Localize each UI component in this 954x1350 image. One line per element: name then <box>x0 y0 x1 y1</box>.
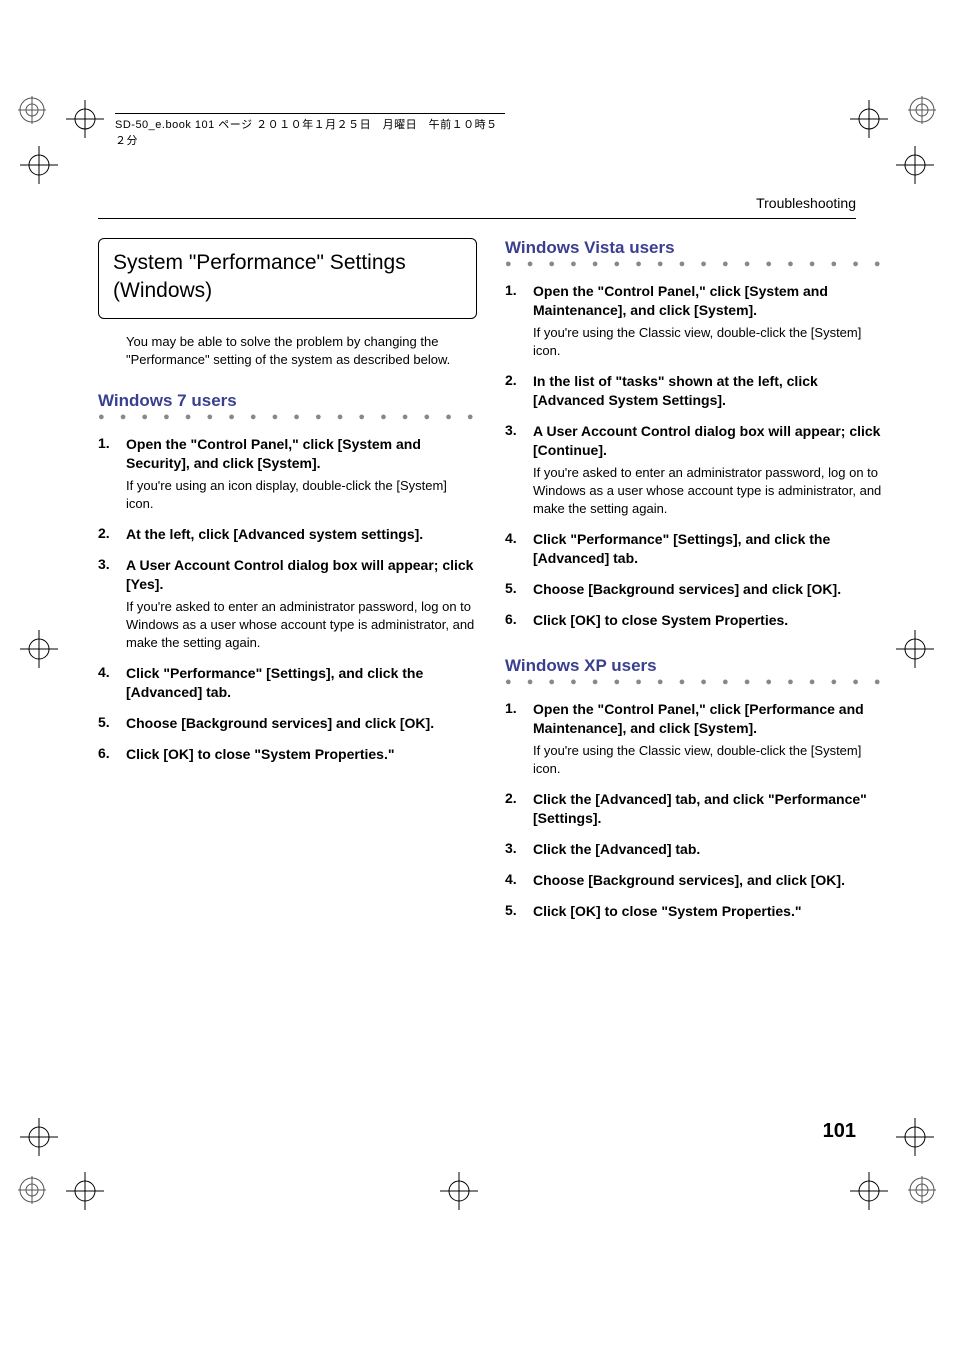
crossmark-icon <box>896 1118 934 1156</box>
crossmark-icon <box>896 630 934 668</box>
step-text: Open the "Control Panel," click [System … <box>533 282 884 320</box>
list-item: Open the "Control Panel," click [System … <box>98 435 477 513</box>
step-note: If you're asked to enter an administrato… <box>126 598 477 653</box>
step-text: Click [OK] to close "System Properties." <box>126 745 477 764</box>
step-text: Click [OK] to close System Properties. <box>533 611 884 630</box>
left-column: System "Performance" Settings (Windows) … <box>98 238 477 932</box>
subhead-win7: Windows 7 users <box>98 391 477 411</box>
section-title: System "Performance" Settings (Windows) <box>98 238 477 319</box>
list-item: Click "Performance" [Settings], and clic… <box>505 530 884 568</box>
step-text: Choose [Background services], and click … <box>533 871 884 890</box>
step-text: Click "Performance" [Settings], and clic… <box>126 664 477 702</box>
step-text: In the list of "tasks" shown at the left… <box>533 372 884 410</box>
list-item: Choose [Background services] and click [… <box>505 580 884 599</box>
step-text: Choose [Background services] and click [… <box>533 580 884 599</box>
regmark-icon <box>18 1176 46 1204</box>
step-note: If you're asked to enter an administrato… <box>533 464 884 519</box>
list-item: Click the [Advanced] tab, and click "Per… <box>505 790 884 828</box>
subhead-xp: Windows XP users <box>505 656 884 676</box>
crossmark-icon <box>66 100 104 138</box>
step-text: Click the [Advanced] tab, and click "Per… <box>533 790 884 828</box>
source-meta: SD-50_e.book 101 ページ ２０１０年１月２５日 月曜日 午前１０… <box>115 113 505 148</box>
list-item: Click [OK] to close "System Properties." <box>505 902 884 921</box>
subhead-vista: Windows Vista users <box>505 238 884 258</box>
step-note: If you're using the Classic view, double… <box>533 324 884 360</box>
crossmark-icon <box>66 1172 104 1210</box>
step-text: At the left, click [Advanced system sett… <box>126 525 477 544</box>
regmark-icon <box>908 96 936 124</box>
header-rule <box>98 218 856 219</box>
crossmark-icon <box>850 100 888 138</box>
list-item: In the list of "tasks" shown at the left… <box>505 372 884 410</box>
crossmark-icon <box>20 1118 58 1156</box>
crossmark-icon <box>896 146 934 184</box>
steps-xp: Open the "Control Panel," click [Perform… <box>505 700 884 921</box>
list-item: At the left, click [Advanced system sett… <box>98 525 477 544</box>
running-head: Troubleshooting <box>756 195 856 211</box>
regmark-icon <box>908 1176 936 1204</box>
step-note: If you're using an icon display, double-… <box>126 477 477 513</box>
crossmark-icon <box>20 630 58 668</box>
right-column: Windows Vista users ● ● ● ● ● ● ● ● ● ● … <box>505 238 884 932</box>
step-text: Click "Performance" [Settings], and clic… <box>533 530 884 568</box>
step-text: A User Account Control dialog box will a… <box>533 422 884 460</box>
list-item: Click "Performance" [Settings], and clic… <box>98 664 477 702</box>
list-item: Click [OK] to close "System Properties." <box>98 745 477 764</box>
list-item: Open the "Control Panel," click [System … <box>505 282 884 360</box>
step-note: If you're using the Classic view, double… <box>533 742 884 778</box>
step-text: Open the "Control Panel," click [Perform… <box>533 700 884 738</box>
dotted-rule: ● ● ● ● ● ● ● ● ● ● ● ● ● ● ● ● ● ● ● ● … <box>98 413 477 421</box>
step-text: Click [OK] to close "System Properties." <box>533 902 884 921</box>
list-item: Click the [Advanced] tab. <box>505 840 884 859</box>
crossmark-icon <box>850 1172 888 1210</box>
content-columns: System "Performance" Settings (Windows) … <box>98 238 856 932</box>
list-item: Click [OK] to close System Properties. <box>505 611 884 630</box>
step-text: A User Account Control dialog box will a… <box>126 556 477 594</box>
list-item: Choose [Background services] and click [… <box>98 714 477 733</box>
step-text: Choose [Background services] and click [… <box>126 714 477 733</box>
step-text: Open the "Control Panel," click [System … <box>126 435 477 473</box>
steps-win7: Open the "Control Panel," click [System … <box>98 435 477 764</box>
list-item: Open the "Control Panel," click [Perform… <box>505 700 884 778</box>
dotted-rule: ● ● ● ● ● ● ● ● ● ● ● ● ● ● ● ● ● ● ● ● … <box>505 260 884 268</box>
dotted-rule: ● ● ● ● ● ● ● ● ● ● ● ● ● ● ● ● ● ● ● ● … <box>505 678 884 686</box>
crossmark-icon <box>20 146 58 184</box>
page-number: 101 <box>823 1120 856 1143</box>
intro-text: You may be able to solve the problem by … <box>126 333 477 369</box>
regmark-icon <box>18 96 46 124</box>
list-item: A User Account Control dialog box will a… <box>98 556 477 652</box>
steps-vista: Open the "Control Panel," click [System … <box>505 282 884 630</box>
crossmark-icon <box>440 1172 478 1210</box>
step-text: Click the [Advanced] tab. <box>533 840 884 859</box>
list-item: A User Account Control dialog box will a… <box>505 422 884 518</box>
list-item: Choose [Background services], and click … <box>505 871 884 890</box>
